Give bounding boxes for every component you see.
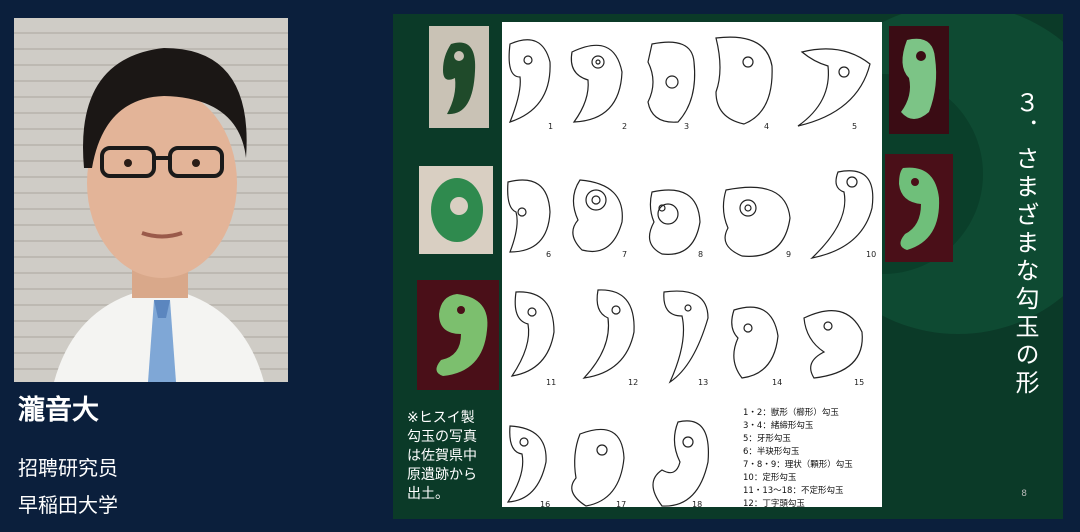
- note-line: は佐賀県中: [407, 448, 477, 464]
- legend-line: 1・2：獣形（櫛形）勾玉: [743, 408, 839, 418]
- slide-page-number: 8: [1021, 489, 1027, 499]
- figure-number: 16: [540, 500, 551, 509]
- note-line: 原遺跡から: [407, 467, 477, 483]
- figure-number: 18: [692, 500, 703, 509]
- note-line: 勾玉の写真: [407, 429, 477, 445]
- shared-slide: 1 2 3 4 5 6 7 8 9 10 11 12 13 14 15 16 1…: [393, 14, 1063, 519]
- figure-number: 1: [548, 122, 554, 131]
- presenter-name: 瀧音大: [18, 395, 99, 426]
- presenter-title: 招聘研究员: [18, 456, 118, 480]
- figure-number: 4: [764, 122, 770, 131]
- figure-number: 7: [622, 250, 628, 259]
- figure-number: 8: [698, 250, 704, 259]
- note-line: 出土。: [407, 486, 449, 502]
- presenter-avatar: [54, 48, 264, 382]
- figure-number: 2: [622, 122, 628, 131]
- jade-photo-3: [417, 280, 499, 390]
- figure-number: 14: [772, 378, 783, 387]
- jade-photo-1: [429, 26, 489, 128]
- figure-number: 5: [852, 122, 858, 131]
- figure-number: 15: [854, 378, 865, 387]
- legend-line: 12：丁字頭勾玉: [743, 499, 805, 509]
- note-line: ※ヒスイ製: [407, 410, 475, 426]
- figure-number: 17: [616, 500, 627, 509]
- legend-line: 5：牙形勾玉: [743, 434, 791, 444]
- figure-number: 11: [546, 378, 557, 387]
- slide-note: ※ヒスイ製 勾玉の写真 は佐賀県中 原遺跡から 出土。: [407, 409, 477, 504]
- jade-photo-4: [889, 26, 949, 134]
- jade-photo-2: [419, 166, 493, 254]
- figure-number: 10: [866, 250, 877, 259]
- figure-number: 9: [786, 250, 792, 259]
- presenter-video: [14, 18, 288, 382]
- legend-line: 11・13～18：不定形勾玉: [743, 486, 844, 496]
- figure-legend: 1・2：獣形（櫛形）勾玉 3・4：緒締形勾玉 5：牙形勾玉 6：半玦形勾玉 7・…: [743, 407, 853, 511]
- jade-photo-5: [885, 154, 953, 262]
- legend-line: 10：定形勾玉: [743, 473, 797, 483]
- presenter-affiliation: 早稲田大学: [18, 493, 118, 517]
- figure-number: 3: [684, 122, 690, 131]
- slide-title: ３．さまざまな勾玉の形: [1011, 90, 1039, 398]
- figure-number: 12: [628, 378, 639, 387]
- legend-line: 7・8・9：理状（顆形）勾玉: [743, 460, 853, 470]
- legend-line: 3・4：緒締形勾玉: [743, 421, 814, 431]
- figure-number: 6: [546, 250, 552, 259]
- legend-line: 6：半玦形勾玉: [743, 447, 800, 457]
- figure-number: 13: [698, 378, 709, 387]
